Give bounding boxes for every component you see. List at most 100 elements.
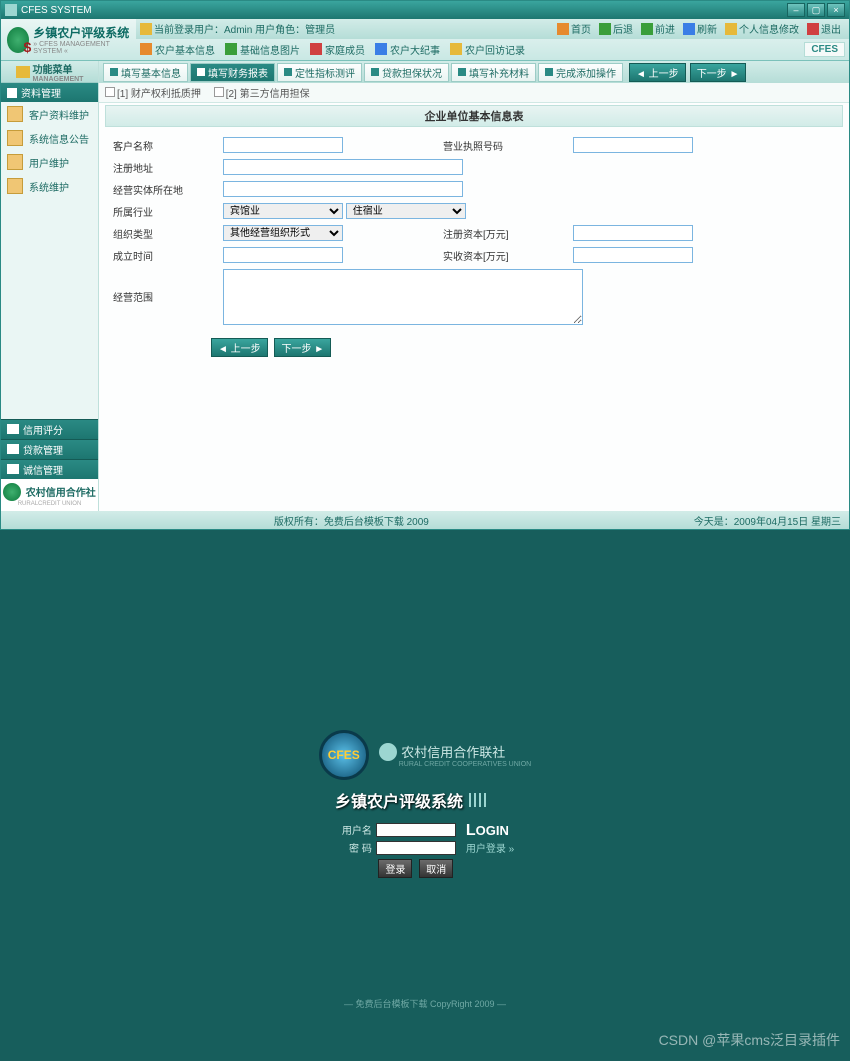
label-custname: 客户名称 [113,138,203,153]
label-orgtype: 组织类型 [113,226,203,241]
tab-loan[interactable]: 贷款担保状况 [364,63,449,82]
watermark: CSDN @苹果cms泛目录插件 [659,1030,840,1050]
top-prev-button[interactable]: ◄ 上一步 [629,63,686,82]
select-orgtype[interactable]: 其他经营组织形式 [223,225,343,241]
dots-icon [469,793,489,807]
label-scope: 经营范围 [113,289,203,304]
app-icon [5,4,17,16]
label-username: 用户名 [336,822,372,837]
bar-integrity[interactable]: 诚信管理 [1,459,98,479]
bar-icon [7,444,19,454]
status-copyright: 版权所有：免费后台模板下载 2009 [274,513,429,528]
top-next-button[interactable]: 下一步 ► [690,63,747,82]
input-username[interactable] [376,823,456,837]
tab-icon [545,68,553,76]
folder-icon [7,178,23,194]
bar-icon [7,424,19,434]
menu-icon [16,66,30,78]
select-industry1[interactable]: 宾馆业 [223,203,343,219]
input-paidcap[interactable] [573,247,693,263]
user-icon [725,23,737,35]
input-custname[interactable] [223,137,343,153]
exit-icon [807,23,819,35]
doc-icon [140,23,152,35]
forward-icon [641,23,653,35]
refresh-link[interactable]: 刷新 [683,21,717,36]
input-bizaddr[interactable] [223,181,463,197]
union-icon [379,743,397,761]
label-password: 密 码 [336,840,372,855]
cfes-badge: CFES [804,42,845,57]
tab-qualitative[interactable]: 定性指标测评 [277,63,362,82]
input-regaddr[interactable] [223,159,463,175]
logo-icon [7,27,29,53]
nav-visit[interactable]: 农户回访记录 [450,42,525,57]
doc-icon [214,87,224,97]
input-regcap[interactable] [573,225,693,241]
login-word: LOGIN [466,822,514,840]
login-logo-icon: CFES [319,730,369,780]
tab-finish[interactable]: 完成添加操作 [538,63,623,82]
folder-icon [7,154,23,170]
status-today: 今天是：2009年04月15日 星期三 [694,513,841,528]
current-user: 当前登录用户：Admin 用户角色：管理员 [154,21,335,36]
menu-title: 功能菜单MANAGEMENT [1,61,98,83]
select-industry2[interactable]: 住宿业 [346,203,466,219]
tab-icon [197,68,205,76]
tab-icon [458,68,466,76]
union-icon [3,483,21,501]
input-license[interactable] [573,137,693,153]
tab-supplement[interactable]: 填写补充材料 [451,63,536,82]
bar-loan-manage[interactable]: 贷款管理 [1,439,98,459]
subtab-guarantee[interactable]: [2] 第三方信用担保 [214,89,310,100]
home-link[interactable]: 首页 [557,21,591,36]
form-next-button[interactable]: 下一步 ► [274,338,331,357]
sidebar-item-user[interactable]: 用户维护 [1,150,98,174]
sidebar-item-system[interactable]: 系统维护 [1,174,98,198]
section-data-manage[interactable]: 资料管理 [1,83,98,102]
nav-photo-icon [225,43,237,55]
login-button[interactable]: 登录 [378,859,412,878]
label-bizaddr: 经营实体所在地 [113,182,203,197]
tab-icon [371,68,379,76]
label-regaddr: 注册地址 [113,160,203,175]
tab-icon [284,68,292,76]
nav-visit-icon [450,43,462,55]
subtab-pledge[interactable]: [1] 财产权利抵质押 [105,89,201,100]
back-link[interactable]: 后退 [599,21,633,36]
logo: 乡镇农户评级系统 » CFES MANAGEMENT SYSTEM « [1,19,136,60]
exit-link[interactable]: 退出 [807,21,841,36]
forward-link[interactable]: 前进 [641,21,675,36]
nav-event[interactable]: 农户大纪事 [375,42,440,57]
label-industry: 所属行业 [113,204,203,219]
form-prev-button[interactable]: ◄ 上一步 [211,338,268,357]
section-icon [7,88,17,98]
nav-photo[interactable]: 基础信息图片 [225,42,300,57]
nav-basic[interactable]: 农户基本信息 [140,42,215,57]
minimize-button[interactable]: – [787,3,805,17]
label-foundtime: 成立时间 [113,248,203,263]
nav-event-icon [375,43,387,55]
textarea-scope[interactable] [223,269,583,325]
nav-family[interactable]: 家庭成员 [310,42,365,57]
close-button[interactable]: × [827,3,845,17]
input-foundtime[interactable] [223,247,343,263]
label-regcap: 注册资本[万元] [443,226,553,241]
cancel-button[interactable]: 取消 [419,859,453,878]
form-title: 企业单位基本信息表 [105,105,843,127]
login-sub: 用户登录 » [466,840,514,855]
logo-text: 乡镇农户评级系统 [33,24,130,41]
maximize-button[interactable]: ▢ [807,3,825,17]
input-password[interactable] [376,841,456,855]
tab-icon [110,68,118,76]
home-icon [557,23,569,35]
tab-basic[interactable]: 填写基本信息 [103,63,188,82]
window-title: CFES SYSTEM [21,5,787,16]
bar-credit-score[interactable]: 信用评分 [1,419,98,439]
doc-icon [105,87,115,97]
tab-finance[interactable]: 填写财务报表 [190,63,275,82]
sidebar-item-notice[interactable]: 系统信息公告 [1,126,98,150]
profile-link[interactable]: 个人信息修改 [725,21,799,36]
sidebar-item-customer[interactable]: 客户资料维护 [1,102,98,126]
logo-subtext: » CFES MANAGEMENT SYSTEM « [33,41,130,55]
